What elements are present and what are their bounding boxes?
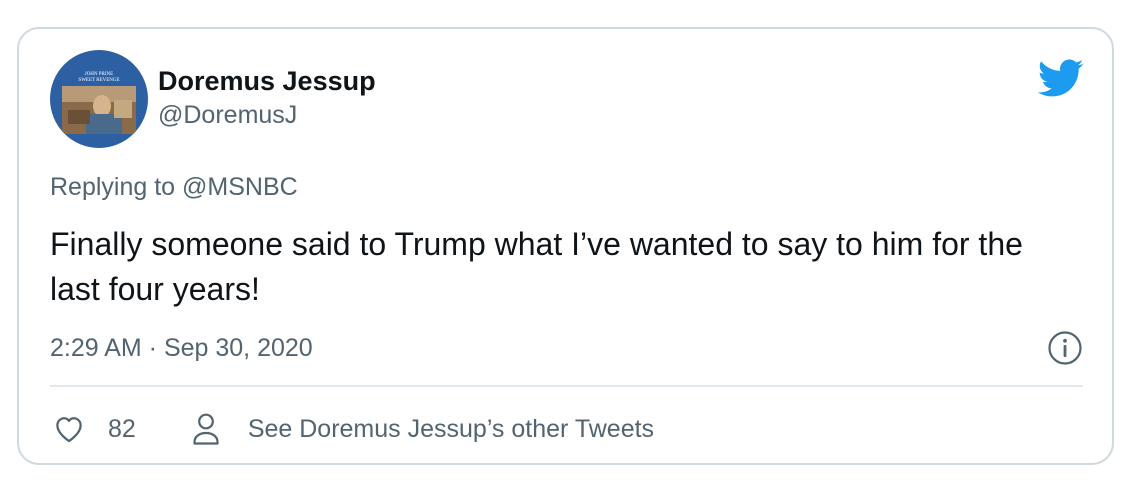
heart-icon bbox=[56, 417, 82, 443]
twitter-bird-icon[interactable] bbox=[1036, 54, 1084, 102]
action-bar: 82 See Doremus Jessup’s other Tweets bbox=[52, 409, 654, 449]
author-block[interactable]: Doremus Jessup @DoremusJ bbox=[158, 65, 376, 131]
other-tweets-link[interactable]: See Doremus Jessup’s other Tweets bbox=[192, 412, 654, 446]
like-button[interactable]: 82 bbox=[52, 412, 136, 446]
avatar[interactable]: JOHN PRINE SWEET REVENGE bbox=[50, 50, 148, 148]
user-handle[interactable]: @DoremusJ bbox=[158, 99, 376, 131]
divider bbox=[50, 385, 1083, 387]
info-icon[interactable] bbox=[1047, 330, 1083, 366]
tweet-timestamp[interactable]: 2:29 AM · Sep 30, 2020 bbox=[50, 332, 313, 364]
like-count: 82 bbox=[108, 414, 136, 443]
album-subtitle: SWEET REVENGE bbox=[78, 78, 119, 83]
tweet-text: Finally someone said to Trump what I’ve … bbox=[50, 226, 1023, 307]
other-tweets-label: See Doremus Jessup’s other Tweets bbox=[247, 414, 655, 443]
person-icon bbox=[193, 413, 219, 445]
album-title: JOHN PRINE bbox=[85, 72, 113, 77]
reply-prefix: Replying to bbox=[50, 173, 183, 201]
tweet-card[interactable]: JOHN PRINE SWEET REVENGE Doremus Jessup … bbox=[17, 27, 1114, 465]
reply-context: Replying to @MSNBC bbox=[50, 171, 298, 203]
avatar-image: JOHN PRINE SWEET REVENGE bbox=[50, 50, 148, 148]
reply-mention-link[interactable]: @MSNBC bbox=[182, 173, 298, 201]
display-name[interactable]: Doremus Jessup bbox=[158, 65, 376, 97]
